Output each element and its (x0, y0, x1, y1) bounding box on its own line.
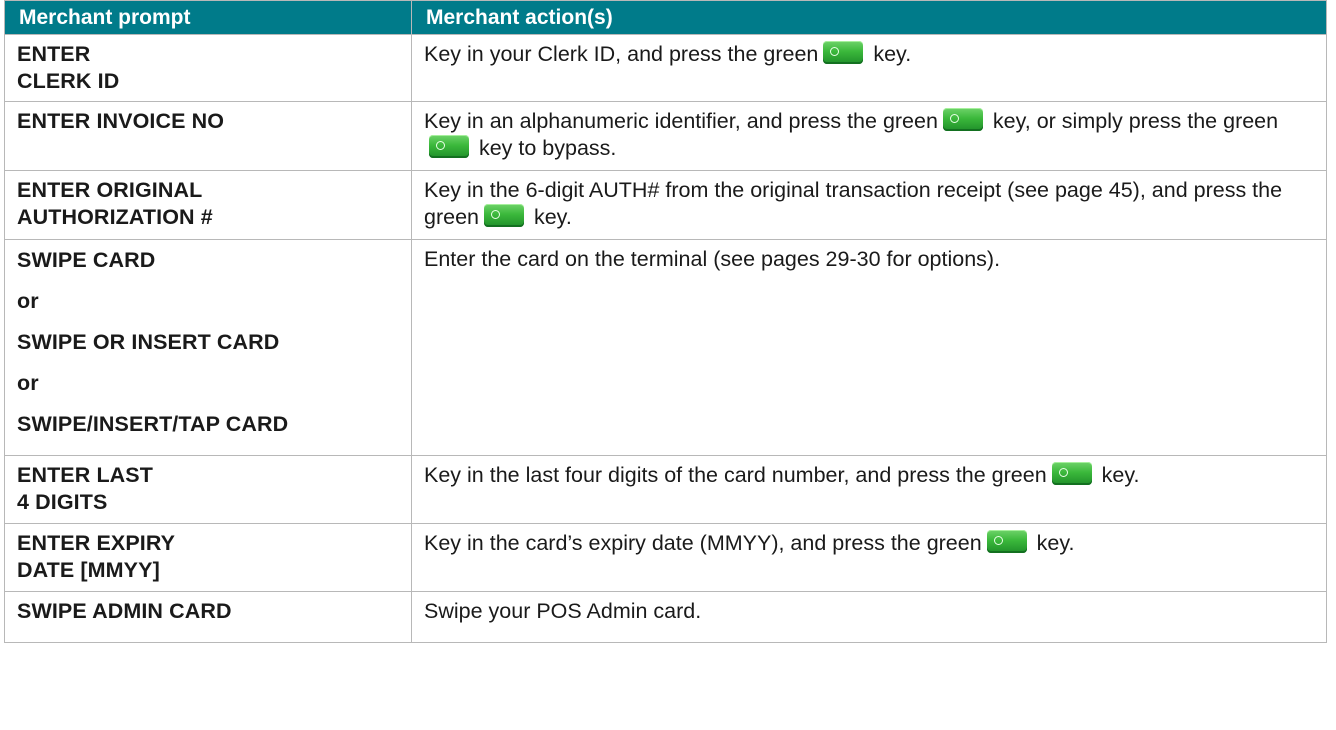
action-cell: Key in your Clerk ID, and press the gree… (411, 34, 1327, 102)
prompt-cell: ENTER INVOICE NO (4, 101, 412, 171)
prompt-stack: SWIPE CARD or SWIPE OR INSERT CARD or SW… (17, 240, 399, 445)
green-enter-key-icon (986, 530, 1027, 553)
action-text: key, or simply press the green (986, 109, 1279, 133)
table-row: SWIPE ADMIN CARD Swipe your POS Admin ca… (4, 591, 1327, 643)
action-cell: Key in an alphanumeric identifier, and p… (411, 101, 1327, 171)
prompt-line: or (17, 371, 39, 395)
prompt-line: or (17, 289, 39, 313)
merchant-prompt-table: Merchant prompt Merchant action(s) ENTER… (4, 0, 1327, 643)
prompt-line: ENTER INVOICE NO (17, 109, 225, 133)
prompt-cell: SWIPE CARD or SWIPE OR INSERT CARD or SW… (4, 239, 412, 456)
action-text: key. (1030, 531, 1075, 555)
green-enter-key-icon (1051, 462, 1092, 485)
table-row: SWIPE CARD or SWIPE OR INSERT CARD or SW… (4, 239, 1327, 456)
header-merchant-actions: Merchant action(s) (411, 0, 1327, 35)
action-text: Enter the card on the terminal (see page… (424, 247, 1001, 271)
header-merchant-prompt: Merchant prompt (4, 0, 412, 35)
action-cell: Enter the card on the terminal (see page… (411, 239, 1327, 456)
action-text: key. (1095, 463, 1140, 487)
prompt-cell: ENTER EXPIRY DATE [MMYY] (4, 523, 412, 592)
prompt-line: SWIPE ADMIN CARD (17, 599, 232, 623)
table-header-row: Merchant prompt Merchant action(s) (4, 0, 1327, 35)
prompt-line: ENTER LAST (17, 463, 153, 487)
table-row: ENTER LAST 4 DIGITS Key in the last four… (4, 455, 1327, 524)
table-row: ENTER ORIGINAL AUTHORIZATION # Key in th… (4, 170, 1327, 240)
prompt-line: SWIPE CARD (17, 248, 156, 272)
merchant-prompt-table-wrapper: Merchant prompt Merchant action(s) ENTER… (4, 0, 1327, 643)
prompt-cell: ENTER ORIGINAL AUTHORIZATION # (4, 170, 412, 240)
green-enter-key-icon (429, 135, 469, 158)
prompt-line: SWIPE/INSERT/TAP CARD (17, 412, 289, 436)
action-cell: Key in the 6-digit AUTH# from the origin… (411, 170, 1327, 240)
prompt-cell: ENTER CLERK ID (4, 34, 412, 102)
green-enter-key-icon (484, 204, 524, 227)
action-text: Swipe your POS Admin card. (424, 599, 702, 623)
action-cell: Key in the last four digits of the card … (411, 455, 1327, 524)
action-text: key. (867, 42, 912, 66)
action-text: Key in the card’s expiry date (MMYY), an… (424, 531, 982, 555)
green-enter-key-icon (942, 108, 983, 131)
prompt-line: ENTER ORIGINAL (17, 178, 203, 202)
prompt-line: 4 DIGITS (17, 490, 108, 514)
prompt-line: ENTER (17, 42, 91, 66)
table-row: ENTER CLERK ID Key in your Clerk ID, and… (4, 34, 1327, 102)
prompt-line: SWIPE OR INSERT CARD (17, 330, 280, 354)
action-cell: Key in the card’s expiry date (MMYY), an… (411, 523, 1327, 592)
prompt-line: ENTER EXPIRY (17, 531, 176, 555)
prompt-line: CLERK ID (17, 69, 120, 93)
green-enter-key-icon (823, 41, 864, 64)
table-row: ENTER INVOICE NO Key in an alphanumeric … (4, 101, 1327, 171)
action-text: Key in your Clerk ID, and press the gree… (424, 42, 819, 66)
table-row: ENTER EXPIRY DATE [MMYY] Key in the card… (4, 523, 1327, 592)
prompt-cell: SWIPE ADMIN CARD (4, 591, 412, 643)
prompt-cell: ENTER LAST 4 DIGITS (4, 455, 412, 524)
action-cell: Swipe your POS Admin card. (411, 591, 1327, 643)
prompt-line: DATE [MMYY] (17, 558, 160, 582)
action-text: Key in an alphanumeric identifier, and p… (424, 109, 938, 133)
action-text: Key in the last four digits of the card … (424, 463, 1047, 487)
action-text: key. (528, 205, 572, 229)
action-text: key to bypass. (473, 136, 617, 160)
prompt-line: AUTHORIZATION # (17, 205, 213, 229)
